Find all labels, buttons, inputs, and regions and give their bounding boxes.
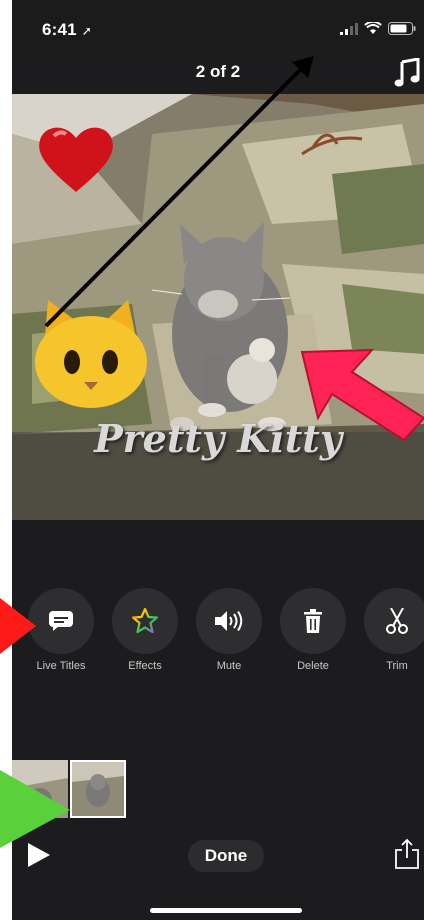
done-button[interactable]: Done: [188, 840, 264, 872]
cat-face-sticker[interactable]: [32, 300, 150, 408]
status-time: 6:41 ➚: [42, 20, 92, 40]
clip-1-image: [12, 760, 68, 818]
edit-toolbar: Live Titles Effects Mute Delete Trim: [26, 588, 424, 678]
mute-button[interactable]: Mute: [194, 588, 264, 672]
star-icon: [132, 608, 158, 634]
music-note-icon[interactable]: [394, 58, 420, 88]
speech-bubble-icon: [49, 611, 73, 631]
live-titles-circle[interactable]: [28, 588, 94, 654]
effects-label: Effects: [128, 660, 162, 672]
delete-circle[interactable]: [280, 588, 346, 654]
play-icon[interactable]: [26, 842, 52, 868]
heart-sticker[interactable]: [36, 122, 116, 194]
live-titles-label: Live Titles: [36, 660, 86, 672]
trash-icon: [304, 609, 322, 633]
battery-icon: [388, 22, 416, 35]
clip-counter: 2 of 2: [195, 62, 241, 81]
clip-timeline[interactable]: [12, 760, 424, 820]
nav-bar: 2 of 2: [12, 56, 424, 94]
clip-2-image: [72, 762, 124, 816]
cellular-signal-icon: [340, 22, 358, 35]
effects-circle[interactable]: [112, 588, 178, 654]
status-bar: 6:41 ➚: [12, 0, 424, 56]
clip-thumbnail-1[interactable]: [12, 760, 68, 818]
trim-label: Trim: [386, 660, 408, 672]
mute-label: Mute: [216, 660, 242, 672]
trim-circle[interactable]: [364, 588, 424, 654]
wifi-icon: [364, 22, 382, 34]
mute-circle[interactable]: [196, 588, 262, 654]
bottom-bar: Done: [12, 836, 424, 876]
live-titles-button[interactable]: Live Titles: [26, 588, 96, 672]
effects-button[interactable]: Effects: [110, 588, 180, 672]
video-preview[interactable]: Pretty Kitty: [12, 94, 424, 520]
imovie-screen: 6:41 ➚ 2 of 2 Pretty Kitty Live Titles E…: [12, 0, 424, 920]
speaker-icon: [215, 611, 243, 631]
scissors-icon: [386, 608, 408, 634]
location-arrow-icon: ➚: [81, 24, 93, 38]
live-title-text[interactable]: Pretty Kitty: [12, 416, 424, 461]
trim-button[interactable]: Trim: [362, 588, 424, 672]
share-icon[interactable]: [394, 838, 420, 870]
delete-label: Delete: [297, 660, 329, 672]
delete-button[interactable]: Delete: [278, 588, 348, 672]
clip-thumbnail-2[interactable]: [70, 760, 126, 818]
status-time-text: 6:41: [42, 20, 77, 39]
home-indicator: [150, 908, 302, 913]
status-icons: [340, 22, 416, 35]
